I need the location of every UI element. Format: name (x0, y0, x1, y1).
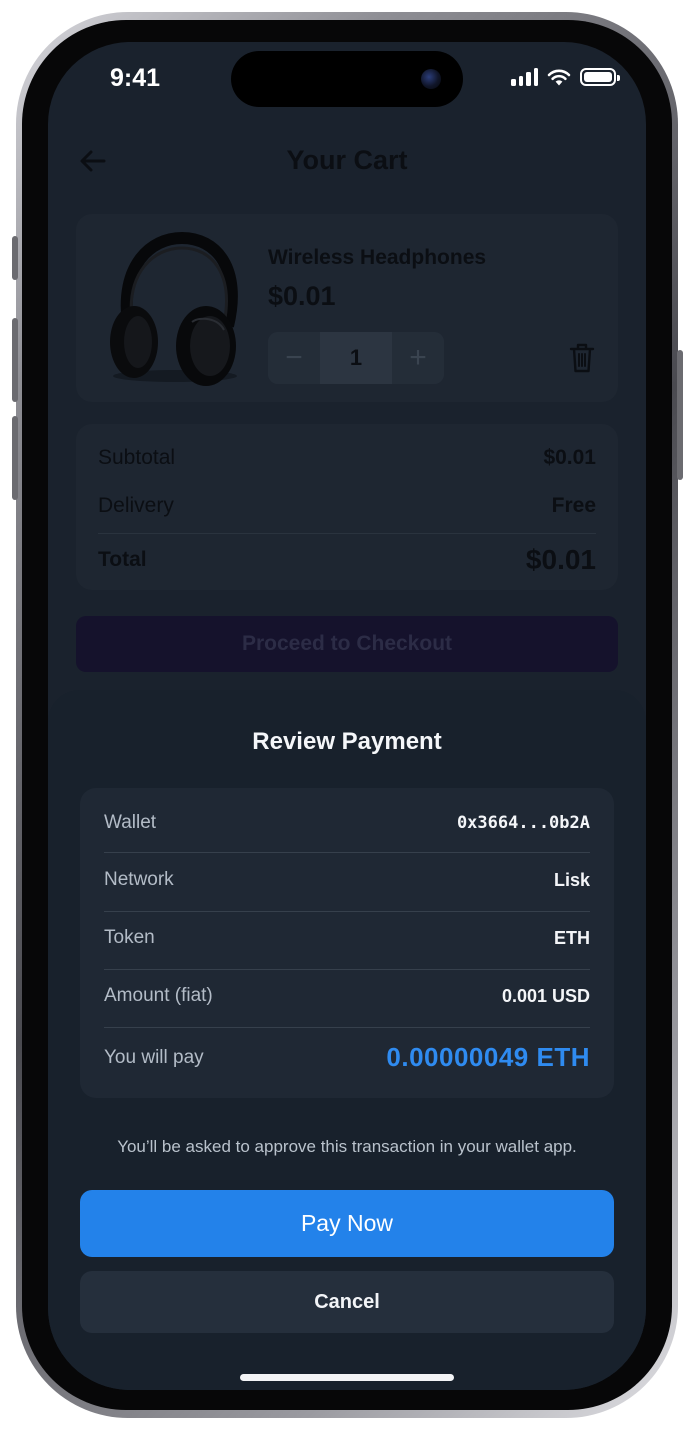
volume-up-button (12, 318, 18, 402)
order-summary: Subtotal $0.01 Delivery Free Total $0.01 (76, 424, 618, 590)
row-divider (104, 1027, 590, 1028)
wifi-icon (547, 69, 571, 86)
you-will-pay-label: You will pay (104, 1046, 204, 1068)
status-icons (511, 68, 620, 86)
side-power-button (677, 350, 683, 480)
cellular-signal-icon (511, 68, 538, 86)
battery-icon (580, 68, 620, 86)
sheet-title: Review Payment (252, 728, 442, 755)
front-camera-icon (421, 69, 441, 89)
row-divider (104, 852, 590, 853)
subtotal-value: $0.01 (543, 446, 596, 469)
wallet-address: 0x3664...0b2A (456, 813, 590, 833)
token-value: ETH (554, 927, 590, 948)
network-row: Network Lisk (104, 869, 590, 891)
proceed-to-checkout-button[interactable]: Proceed to Checkout (76, 616, 618, 672)
headphones-image (110, 231, 238, 386)
summary-divider (98, 533, 596, 534)
home-indicator[interactable] (240, 1374, 454, 1381)
delivery-label: Delivery (98, 494, 174, 517)
approval-note: You’ll be asked to approve this transact… (117, 1137, 577, 1156)
amount-fiat-label: Amount (fiat) (104, 985, 213, 1006)
phone-screen: 9:41 Your Cart Wireless Headphones $0.01… (48, 42, 646, 1390)
cart-item-card: Wireless Headphones $0.01 − 1 + (76, 214, 618, 402)
total-label: Total (98, 548, 147, 571)
token-label: Token (104, 927, 155, 948)
pay-amount-crypto: 0.00000049 ETH (386, 1042, 590, 1072)
network-value: Lisk (553, 869, 590, 890)
payment-details-card: Wallet 0x3664...0b2A Network Lisk Token … (80, 788, 614, 1098)
you-will-pay-row: You will pay 0.00000049 ETH (104, 1042, 590, 1073)
increment-button[interactable]: + (392, 332, 444, 384)
row-divider (104, 911, 590, 912)
volume-down-button (12, 416, 18, 500)
product-price: $0.01 (268, 281, 336, 311)
amount-fiat-value: 0.001 USD (501, 985, 590, 1006)
subtotal-row: Subtotal $0.01 (98, 446, 596, 470)
quantity-value: 1 (320, 332, 392, 384)
trash-icon[interactable] (568, 342, 596, 374)
delivery-row: Delivery Free (98, 494, 596, 518)
page-title: Your Cart (286, 145, 408, 175)
amount-fiat-row: Amount (fiat) 0.001 USD (104, 985, 590, 1007)
pay-now-button[interactable]: Pay Now (80, 1190, 614, 1257)
quantity-stepper: − 1 + (268, 332, 444, 384)
review-payment-sheet: Review Payment Wallet 0x3664...0b2A Netw… (48, 690, 646, 1390)
token-row: Token ETH (104, 927, 590, 949)
product-name: Wireless Headphones (268, 246, 487, 269)
wallet-label: Wallet (104, 812, 157, 833)
total-row: Total $0.01 (98, 544, 596, 576)
wallet-row: Wallet 0x3664...0b2A (104, 812, 590, 834)
status-time: 9:41 (110, 64, 161, 92)
subtotal-label: Subtotal (98, 446, 176, 469)
dynamic-island (231, 51, 463, 107)
row-divider (104, 969, 590, 970)
decrement-button[interactable]: − (268, 332, 320, 384)
delivery-value: Free (551, 494, 596, 517)
cancel-button[interactable]: Cancel (80, 1271, 614, 1333)
action-button (12, 236, 18, 280)
network-label: Network (104, 869, 174, 890)
total-value: $0.01 (525, 544, 596, 575)
